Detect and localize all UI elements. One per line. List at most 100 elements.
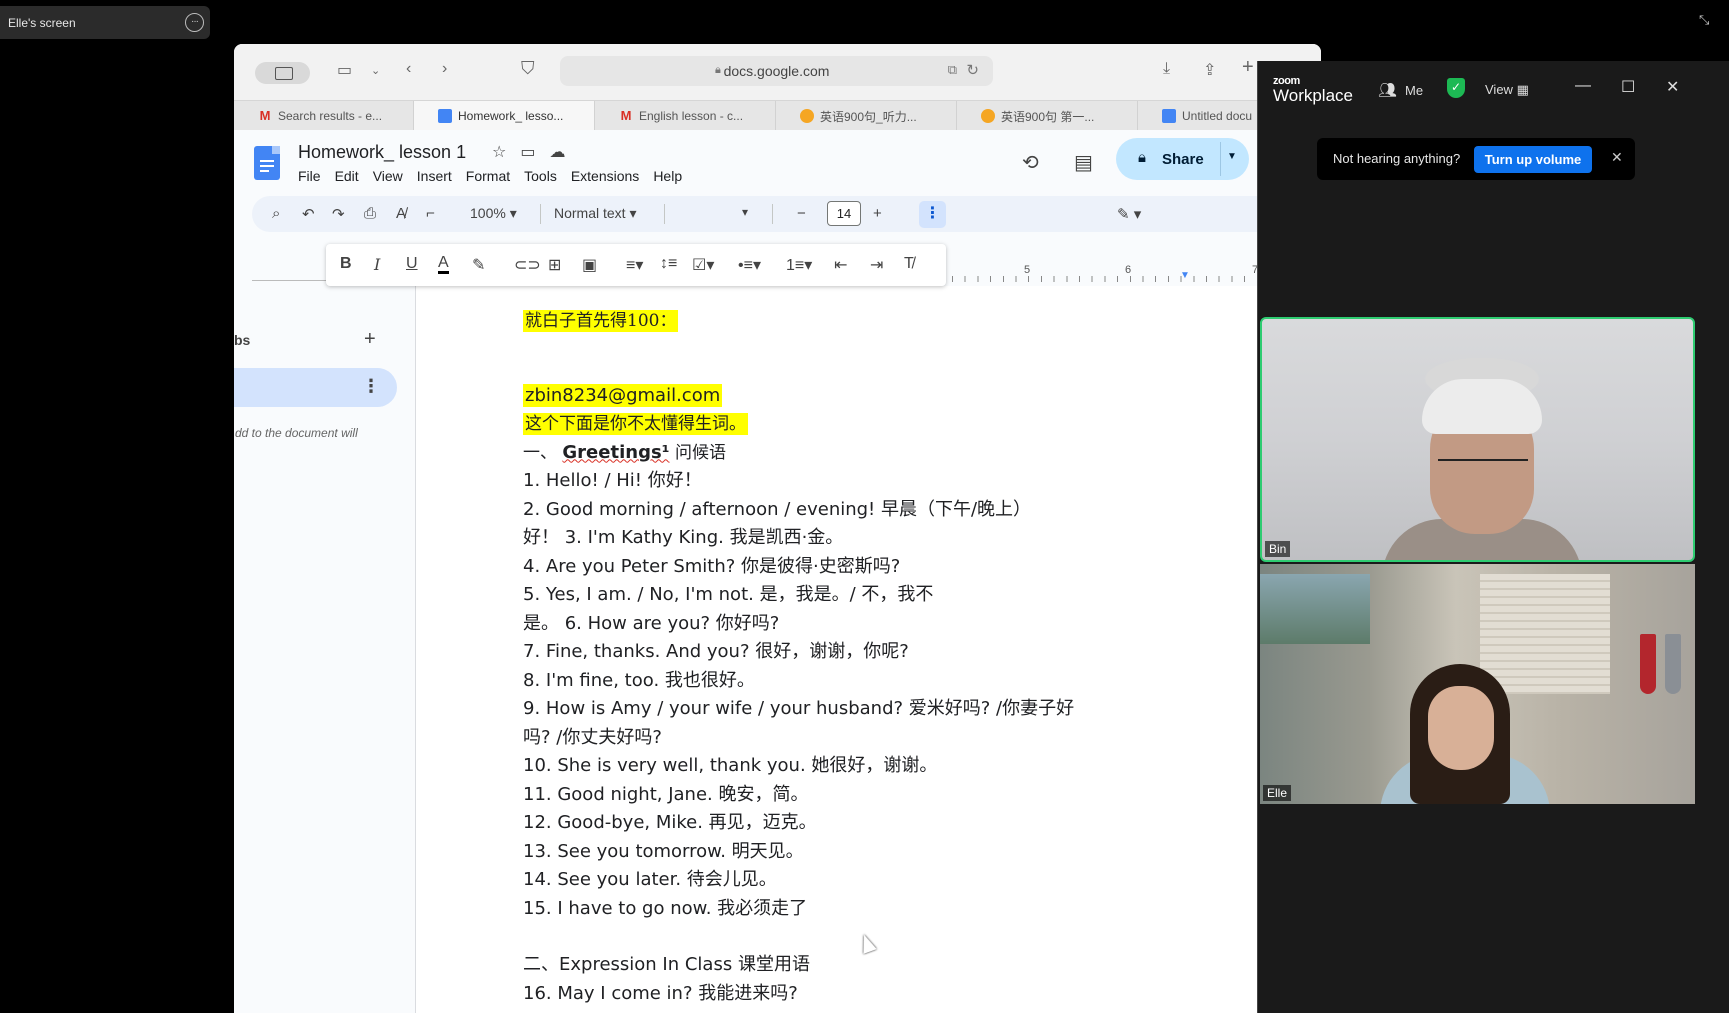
print-icon[interactable]: ⎙ <box>364 205 376 222</box>
participant-video <box>1260 574 1370 644</box>
italic-icon[interactable]: I <box>374 255 380 274</box>
document-body[interactable]: 就白子首先得100： zbin8234@gmail.com 这个下面是你不太懂得… <box>523 286 1163 1008</box>
menu-help[interactable]: Help <box>653 168 682 184</box>
share-button[interactable]: 🔒︎ Share ▼ <box>1116 138 1249 180</box>
close-icon[interactable]: ✕ <box>1611 149 1623 166</box>
me-label[interactable]: Me <box>1405 83 1423 98</box>
section-number: 一、 <box>523 442 557 463</box>
video-tile-bin[interactable]: Bin <box>1260 317 1695 562</box>
translate-icon[interactable]: ⧉ <box>948 62 957 78</box>
editing-mode-icon[interactable]: ✎ ▾ <box>1117 205 1141 223</box>
font-select[interactable]: ▾ <box>742 205 748 219</box>
forward-icon[interactable]: › <box>442 60 447 78</box>
divider <box>1257 61 1258 1013</box>
font-size-input[interactable]: 14 <box>827 201 861 226</box>
menu-edit[interactable]: Edit <box>335 168 359 184</box>
document-title[interactable]: Homework_ lesson 1 <box>298 142 466 163</box>
indent-marker-icon[interactable]: ▼ <box>1180 270 1190 281</box>
new-tab-icon[interactable]: + <box>1242 56 1254 79</box>
view-button[interactable]: View ▦ <box>1485 82 1529 98</box>
tab-homework[interactable]: Homework_ lesso... <box>414 101 595 131</box>
reload-icon[interactable]: ↻ <box>966 61 979 79</box>
doc-line: 10. She is very well, thank you. 她很好，谢谢。 <box>523 755 938 776</box>
spellcheck-icon[interactable]: A̸ <box>396 205 406 222</box>
increase-font-size-button[interactable]: + <box>873 205 882 222</box>
url-bar[interactable]: 🔒︎ docs.google.com ⧉ ↻ <box>560 56 993 86</box>
tab-english-900-listening[interactable]: 英语900句_听力... <box>776 101 957 131</box>
add-tab-button[interactable]: + <box>364 328 376 351</box>
video-tile-elle[interactable]: Elle <box>1260 564 1695 804</box>
insert-image-icon[interactable]: ▣ <box>582 255 597 275</box>
underline-icon[interactable]: U <box>406 255 418 273</box>
align-icon[interactable]: ≡▾ <box>626 255 643 275</box>
undo-icon[interactable]: ↶ <box>302 205 315 223</box>
decrease-indent-icon[interactable]: ⇤ <box>834 255 847 275</box>
security-shield-icon[interactable]: ✓ <box>1447 78 1465 98</box>
version-history-icon[interactable]: ⟲ <box>1022 150 1039 175</box>
menu-file[interactable]: File <box>298 168 321 184</box>
zoom-select[interactable]: 100% ▾ <box>470 205 517 222</box>
insert-link-icon[interactable]: ⊂⊃ <box>514 255 541 275</box>
download-icon[interactable]: ⤓ <box>1163 60 1170 78</box>
paragraph-style-select[interactable]: Normal text ▾ <box>554 205 637 222</box>
back-icon[interactable]: ‹ <box>406 60 411 78</box>
doc-line: 15. I have to go now. 我必须走了 <box>523 897 808 919</box>
text-color-icon[interactable]: A <box>438 255 449 274</box>
bulleted-list-icon[interactable]: •≡▾ <box>738 255 761 275</box>
turn-up-volume-button[interactable]: Turn up volume <box>1474 146 1592 173</box>
line-spacing-icon[interactable]: ↕≡ <box>660 255 677 273</box>
redo-icon[interactable]: ↷ <box>332 205 345 223</box>
highlight-color-icon[interactable]: ✎ <box>472 255 485 275</box>
more-options-icon[interactable]: ⋮ <box>362 376 380 397</box>
share-page-icon[interactable]: ⇪ <box>1203 60 1216 80</box>
style-value: Normal text <box>554 205 626 221</box>
email-text: zbin8234@gmail.com <box>523 383 723 407</box>
menu-view[interactable]: View <box>373 168 403 184</box>
collapse-icon[interactable]: ⤡ <box>1699 12 1713 27</box>
doc-line: 14. See you later. 待会儿见。 <box>523 869 777 890</box>
chevron-down-icon[interactable]: ⌄ <box>371 64 380 77</box>
search-icon[interactable]: ⌕ <box>272 205 280 222</box>
participant-video <box>1480 574 1610 694</box>
more-options-icon[interactable]: ··· <box>185 13 204 32</box>
chevron-down-icon[interactable]: ▼ <box>1227 151 1237 162</box>
tab-search-results[interactable]: M Search results - e... <box>234 101 414 131</box>
participant-name: Bin <box>1265 541 1291 557</box>
sidebar-toggle-icon[interactable]: ▭ <box>337 60 352 80</box>
privacy-shield-icon[interactable]: ⛉ <box>521 58 543 82</box>
minimize-icon[interactable]: — <box>1575 77 1591 95</box>
divider <box>540 204 541 224</box>
decrease-font-size-button[interactable]: − <box>797 205 806 222</box>
divider <box>1220 142 1221 176</box>
more-tools-button[interactable]: ⋮ <box>919 201 946 228</box>
bold-icon[interactable]: B <box>340 255 352 273</box>
menu-tools[interactable]: Tools <box>524 168 557 184</box>
increase-indent-icon[interactable]: ⇥ <box>870 255 883 275</box>
add-comment-icon[interactable]: ⊞ <box>548 255 561 275</box>
menu-extensions[interactable]: Extensions <box>571 168 639 184</box>
numbered-list-icon[interactable]: 1≡▾ <box>786 255 812 275</box>
paint-format-icon[interactable]: ⌐ <box>426 205 435 222</box>
tab-english-900-first[interactable]: 英语900句 第一... <box>957 101 1138 131</box>
share-label: Share <box>1162 151 1204 168</box>
tab-overview-icon[interactable] <box>255 62 310 84</box>
comments-icon[interactable]: ▤ <box>1074 150 1093 175</box>
screen-share-label[interactable]: Elle's screen ··· <box>0 6 210 39</box>
menu-insert[interactable]: Insert <box>417 168 452 184</box>
move-folder-icon[interactable]: ▭ <box>520 142 535 162</box>
star-icon[interactable]: ☆ <box>492 142 506 162</box>
document-page[interactable]: 就白子首先得100： zbin8234@gmail.com 这个下面是你不太懂得… <box>416 286 1321 1013</box>
meeting-participants-icon[interactable]: 👥︎ <box>1378 81 1397 99</box>
cloud-status-icon[interactable]: ☁︎ <box>549 142 565 162</box>
doc-line: 5. Yes, I am. / No, I'm not. 是，我是。/ 不，我不 <box>523 584 934 605</box>
docs-logo-icon[interactable] <box>254 146 280 180</box>
sidebar-active-tab[interactable]: ⋮ <box>234 368 397 407</box>
menu-format[interactable]: Format <box>466 168 510 184</box>
close-icon[interactable]: ✕ <box>1666 77 1679 97</box>
checklist-icon[interactable]: ☑▾ <box>692 255 714 275</box>
doc-line: 7. Fine, thanks. And you? 很好，谢谢，你呢? <box>523 641 909 662</box>
clear-formatting-icon[interactable]: T̸ <box>904 255 914 273</box>
highlighted-line: 这个下面是你不太懂得生词。 <box>523 413 748 435</box>
maximize-icon[interactable]: ☐ <box>1621 77 1635 97</box>
tab-english-lesson[interactable]: M English lesson - c... <box>595 101 776 131</box>
